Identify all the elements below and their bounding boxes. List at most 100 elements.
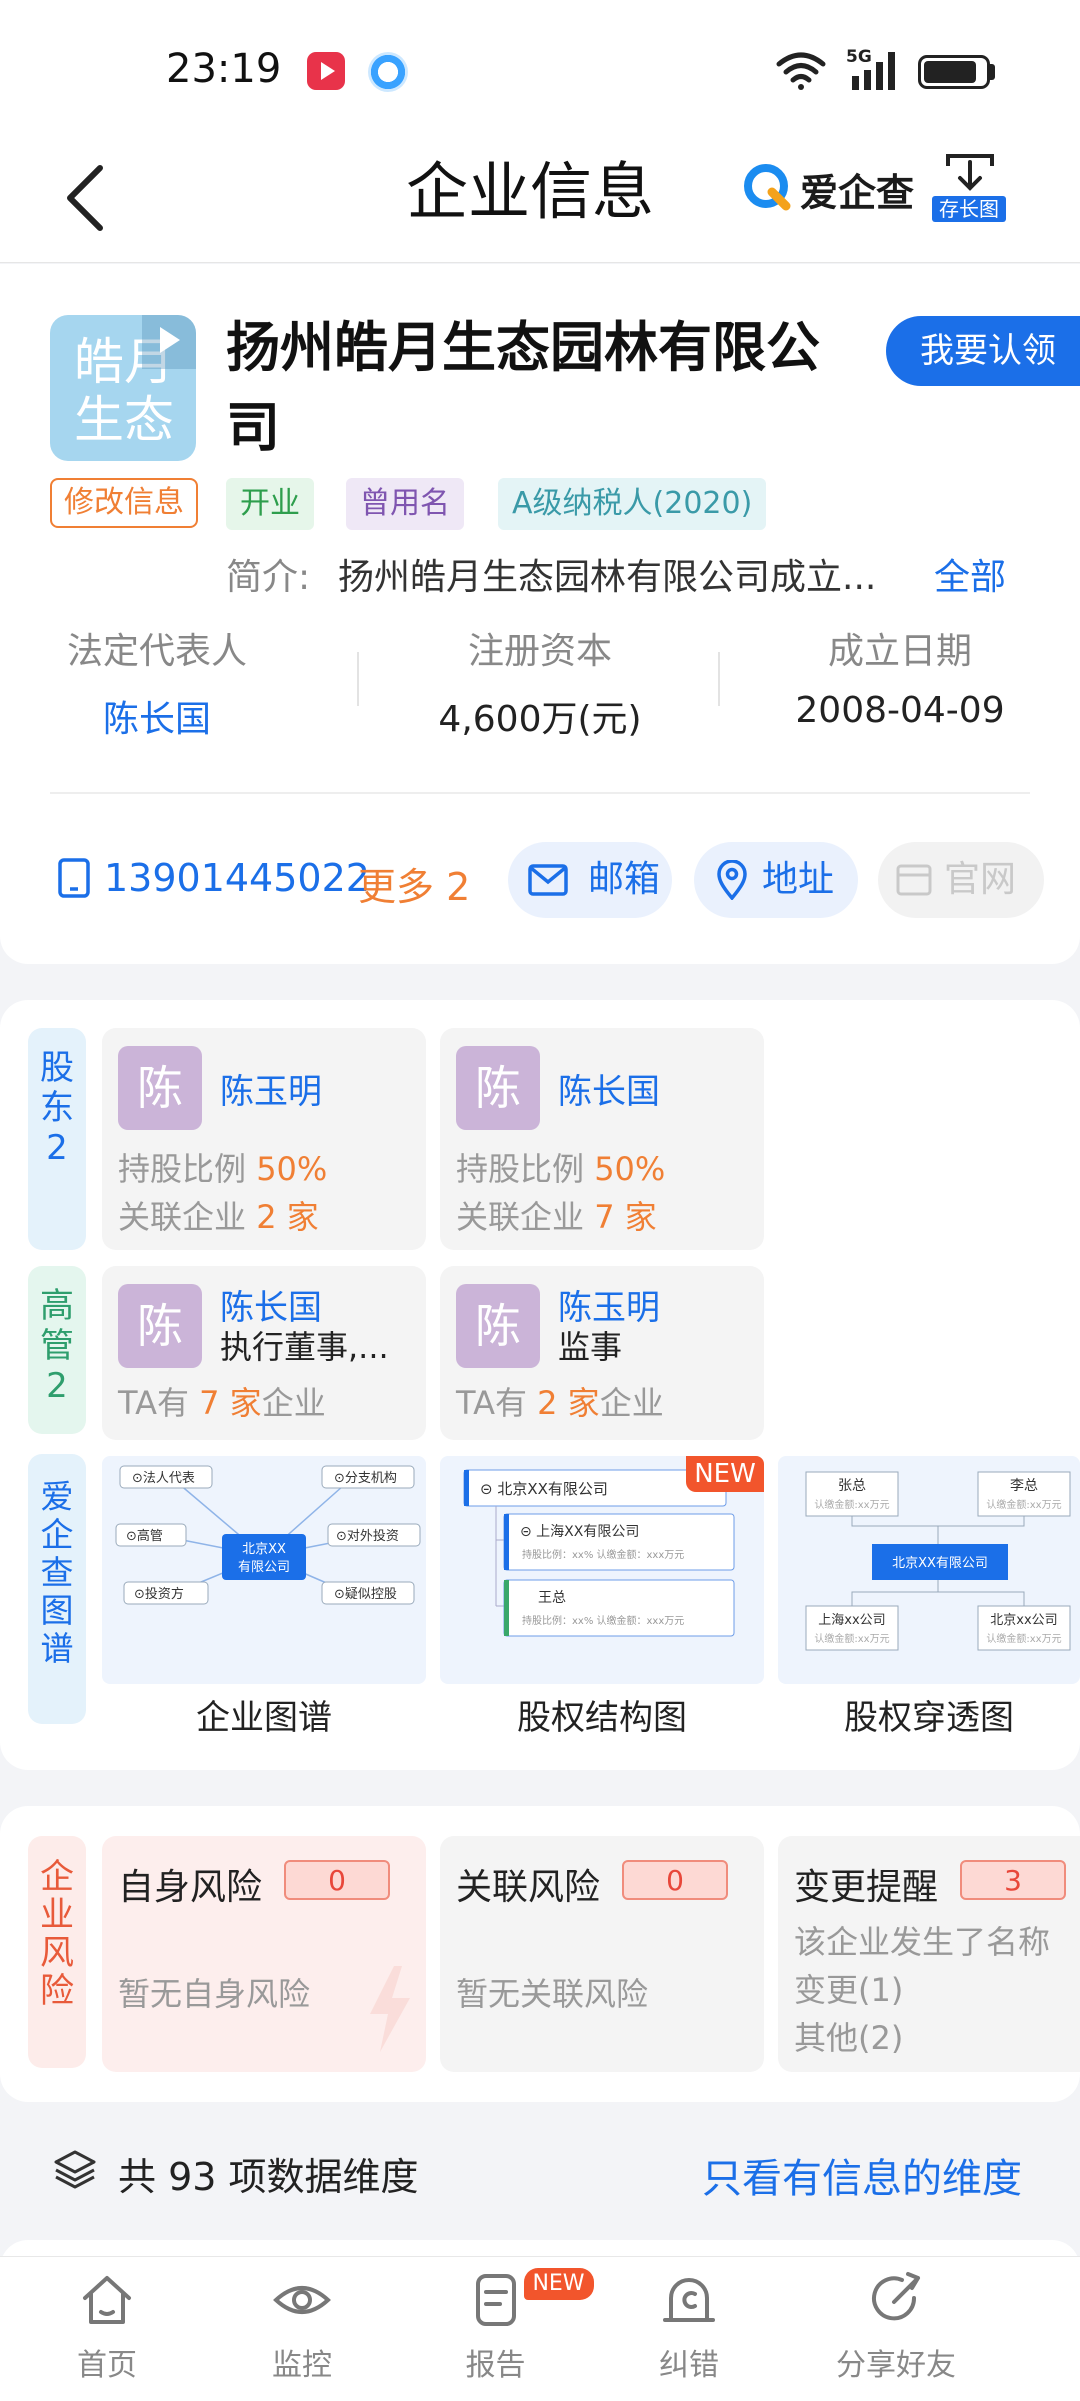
location-pin-icon xyxy=(717,860,747,900)
enterprise-graph-thumbnail[interactable]: 北京XX 有限公司 ⊙法人代表 ⊙分支机构 ⊙高管 ⊙对外投资 ⊙投资方 ⊙疑似… xyxy=(102,1456,426,1684)
nav-correction[interactable]: 纠错 xyxy=(609,2268,769,2388)
enterprise-graph-diagram: 北京XX 有限公司 ⊙法人代表 ⊙分支机构 ⊙高管 ⊙对外投资 ⊙投资方 ⊙疑似… xyxy=(115,1465,421,1605)
nav-correction-label: 纠错 xyxy=(659,2348,719,2383)
equity-penetration-caption[interactable]: 股权穿透图 xyxy=(778,1690,1080,1739)
shareholder-card[interactable]: 陈 陈长国 持股比例 50% 关联企业 7 家 xyxy=(440,1028,764,1250)
graph-center-line1: 北京XX xyxy=(242,1542,286,1557)
share-icon xyxy=(872,2272,920,2321)
enterprise-graph-caption[interactable]: 企业图谱 xyxy=(102,1690,426,1739)
shareholder-name[interactable]: 陈玉明 xyxy=(220,1064,322,1113)
penetration-node-c2: 北京xx公司 xyxy=(990,1613,1057,1628)
executives-side-text: 高管 2 xyxy=(40,1286,74,1406)
change-alert-line: 变更(1) xyxy=(794,1971,904,2009)
change-alert-card[interactable]: 变更提醒 3 该企业发生了名称 变更(1) 其他(2) xyxy=(778,1836,1080,2072)
divider xyxy=(357,652,359,706)
graph-node-text: ⊙投资方 xyxy=(134,1586,184,1602)
equity-top-node: ⊝ 北京XX有限公司 xyxy=(480,1480,608,1498)
save-long-image-label[interactable]: 存长图 xyxy=(932,196,1006,222)
executive-card[interactable]: 陈 陈长国 执行董事,... TA有 7 家企业 xyxy=(102,1266,426,1440)
executive-role: 执行董事,... xyxy=(220,1328,389,1366)
intro-all-link[interactable]: 全部 xyxy=(934,548,1006,600)
address-button[interactable]: 地址 xyxy=(694,842,858,918)
nav-share[interactable]: 分享好友 xyxy=(816,2268,976,2388)
executive-card[interactable]: 陈 陈玉明 监事 TA有 2 家企业 xyxy=(440,1266,764,1440)
equity-sub2: 王总 xyxy=(538,1590,566,1606)
related-risk-card[interactable]: 关联风险 0 暂无关联风险 xyxy=(440,1836,764,2072)
shareholders-side-text: 股东 2 xyxy=(40,1048,74,1168)
tax-rating-tag[interactable]: A级纳税人(2020) xyxy=(498,478,767,530)
more-phones-link[interactable]: 更多 2 xyxy=(358,856,470,911)
address-label: 地址 xyxy=(762,859,835,900)
executive-companies-line: TA有 2 家企业 xyxy=(456,1378,664,1424)
brand-name: 爱企查 xyxy=(800,171,915,215)
phone-icon xyxy=(58,858,90,898)
email-button[interactable]: 邮箱 xyxy=(508,842,672,918)
graphs-side-text: 爱企查图谱 xyxy=(40,1477,74,1668)
capital-value: 4,600万(元) xyxy=(438,699,642,740)
related-companies-line: 关联企业 2 家 xyxy=(118,1192,319,1238)
penetration-node-amount: 认缴金额:xx万元 xyxy=(986,1498,1061,1511)
related-count: 2 家 xyxy=(256,1198,319,1236)
nav-share-label: 分享好友 xyxy=(836,2348,956,2383)
logo-play-icon xyxy=(142,315,196,369)
graph-node-text: ⊙对外投资 xyxy=(336,1528,399,1544)
penetration-node-amount: 认缴金额:xx万元 xyxy=(986,1632,1061,1645)
home-icon xyxy=(83,2276,131,2324)
nav-report-label: 报告 xyxy=(465,2348,526,2383)
nav-home[interactable]: 首页 xyxy=(27,2268,187,2388)
penetration-node-p1: 张总 xyxy=(838,1478,866,1494)
penetration-node-c1: 上海xx公司 xyxy=(818,1613,885,1628)
share-ratio-label: 持股比例 xyxy=(456,1150,585,1188)
nav-monitor-label: 监控 xyxy=(272,2348,332,2383)
svg-text:5G: 5G xyxy=(846,47,872,67)
status-time: 23:19 xyxy=(166,46,282,92)
risk-side-label[interactable]: 企业风险 xyxy=(28,1836,86,2068)
change-alert-line: 其他(2) xyxy=(794,2019,904,2057)
nav-home-label: 首页 xyxy=(77,2348,137,2383)
nav-new-badge: NEW xyxy=(523,2268,594,2300)
company-count: 7 家 xyxy=(199,1384,262,1422)
claim-button[interactable]: 我要认领 xyxy=(886,316,1080,386)
correction-icon xyxy=(663,2278,715,2322)
avatar: 陈 xyxy=(456,1046,540,1130)
self-risk-count: 0 xyxy=(284,1860,390,1900)
former-name-tag[interactable]: 曾用名 xyxy=(346,478,464,530)
penetration-node-amount: 认缴金额:xx万元 xyxy=(814,1632,889,1645)
legal-rep-link[interactable]: 陈长国 xyxy=(40,690,274,742)
shareholder-card[interactable]: 陈 陈玉明 持股比例 50% 关联企业 2 家 xyxy=(102,1028,426,1250)
executives-side-label[interactable]: 高管 2 xyxy=(28,1266,86,1434)
phone-number-link[interactable]: 13901445022 xyxy=(104,856,370,900)
divider xyxy=(50,792,1030,794)
shareholder-name[interactable]: 陈长国 xyxy=(558,1064,660,1113)
graph-center-line2: 有限公司 xyxy=(238,1560,290,1575)
shareholders-side-label[interactable]: 股东 2 xyxy=(28,1028,86,1250)
report-icon xyxy=(475,2274,516,2326)
share-ratio-line: 持股比例 50% xyxy=(456,1144,665,1190)
graph-node-text: ⊙高管 xyxy=(126,1528,163,1544)
equity-structure-caption[interactable]: 股权结构图 xyxy=(440,1690,764,1739)
nav-monitor[interactable]: 监控 xyxy=(222,2268,382,2388)
graph-node-text: ⊙分支机构 xyxy=(334,1471,397,1486)
battery-tip xyxy=(990,64,995,80)
layers-icon xyxy=(54,2150,96,2189)
equity-penetration-diagram: 张总 认缴金额:xx万元 李总 认缴金额:xx万元 北京XX有限公司 上海xx公… xyxy=(805,1471,1071,1651)
graph-node-text: ⊙疑似控股 xyxy=(334,1586,397,1602)
risk-side-text: 企业风险 xyxy=(40,1857,74,2011)
capital-label: 注册资本 xyxy=(467,631,612,672)
video-app-icon xyxy=(307,52,345,90)
equity-sub2-detail: 持股比例：xx% 认缴金额：xxx万元 xyxy=(522,1614,684,1627)
equity-penetration-thumbnail[interactable]: 张总 认缴金额:xx万元 李总 认缴金额:xx万元 北京XX有限公司 上海xx公… xyxy=(778,1456,1080,1684)
filter-dimensions-link[interactable]: 只看有信息的维度 xyxy=(702,2146,1022,2204)
browser-app-icon xyxy=(368,52,408,92)
equity-sub1: ⊝ 上海XX有限公司 xyxy=(520,1524,639,1540)
divider xyxy=(718,652,720,706)
penetration-node-amount: 认缴金额:xx万元 xyxy=(814,1498,889,1511)
equity-sub1-detail: 持股比例：xx% 认缴金额：xxx万元 xyxy=(522,1548,684,1561)
self-risk-card[interactable]: 自身风险 0 暂无自身风险 xyxy=(102,1836,426,2072)
lightning-icon xyxy=(370,1966,410,2052)
email-label: 邮箱 xyxy=(588,859,661,900)
related-count: 7 家 xyxy=(594,1198,657,1236)
edit-info-button[interactable]: 修改信息 xyxy=(50,478,198,528)
graphs-side-label[interactable]: 爱企查图谱 xyxy=(28,1454,86,1724)
avatar: 陈 xyxy=(118,1284,202,1368)
